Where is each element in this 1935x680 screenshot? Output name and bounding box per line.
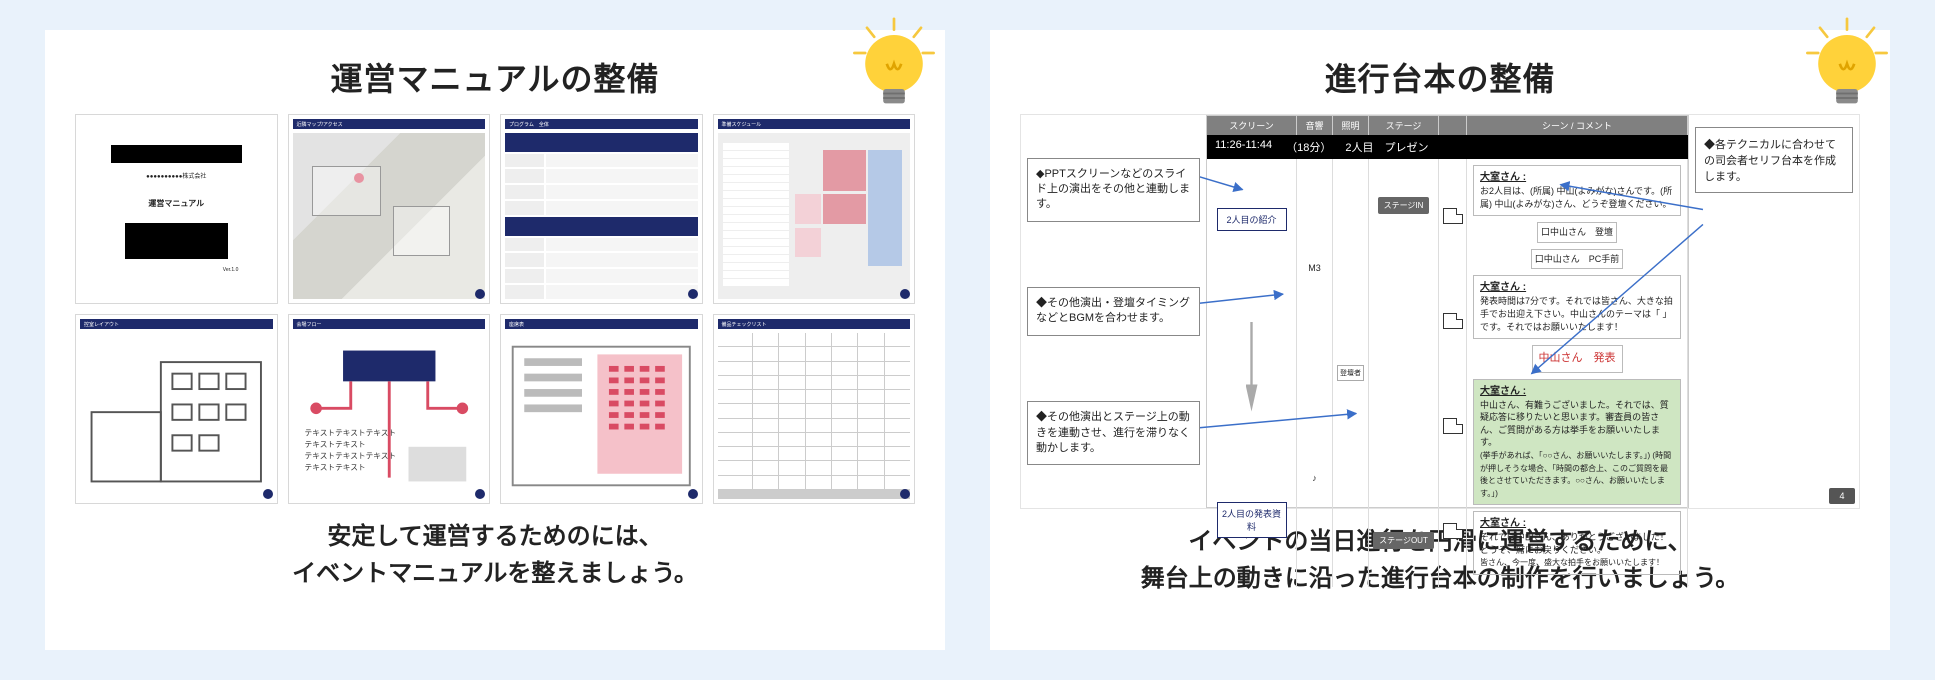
- svg-text:テキストテキスト: テキストテキスト: [304, 440, 365, 449]
- manual-title: 運営マニュアルの整備: [75, 54, 915, 100]
- callout-bgm: ◆その他演出・登壇タイミングなどとBGMを合わせます。: [1027, 287, 1200, 336]
- callout-mc-script: ◆各テクニカルに合わせての司会者セリフ台本を作成します。: [1695, 127, 1853, 193]
- thumb-room-layout: 控室レイアウト: [75, 314, 278, 504]
- lane-sound: M3 ♪: [1297, 159, 1333, 587]
- thumb-cover: ●●●●●●●●●●株式会社 運営マニュアル Ver.1.0: [75, 114, 278, 304]
- svg-text:テキストテキスト: テキストテキスト: [304, 463, 365, 472]
- thumb-program: プログラム 全体: [500, 114, 703, 304]
- time-bar: 11:26-11:44 （18分） 2人目 プレゼン: [1207, 135, 1688, 159]
- manual-caption: 安定して運営するためのには、 イベントマニュアルを整えましょう。: [75, 518, 915, 592]
- lane-notes: [1439, 159, 1467, 587]
- note-icon: [1443, 418, 1463, 434]
- lane-screen: 2人目の紹介 2人目の発表資料: [1207, 159, 1297, 587]
- svg-text:テキストテキストテキスト: テキストテキストテキスト: [304, 428, 396, 437]
- lane-light: 登壇者: [1333, 159, 1369, 587]
- chip-slides: 2人目の発表資料: [1217, 502, 1287, 538]
- script-card: 進行台本の整備 ◆PPTスクリーンなどのスライド上の演出をその他と連動します。 …: [990, 30, 1890, 650]
- script-diagram: ◆PPTスクリーンなどのスライド上の演出をその他と連動します。 ◆その他演出・登…: [1020, 114, 1860, 509]
- thumb-access-map: 近隣マップ/アクセス: [288, 114, 491, 304]
- arrow-down-icon: [1246, 322, 1258, 412]
- note-icon: [1443, 208, 1463, 224]
- timeline-header: スクリーン 音響 照明 ステージ シーン / コメント: [1207, 116, 1688, 135]
- stage-out: ステージOUT: [1373, 532, 1434, 549]
- lane-mc-script: 大室さん : お2人目は、(所属) 中山(よみがな)さんです。(所属) 中山(よ…: [1467, 159, 1688, 587]
- left-callouts: ◆PPTスクリーンなどのスライド上の演出をその他と連動します。 ◆その他演出・登…: [1021, 115, 1206, 508]
- thumb-seating: 座席表: [500, 314, 703, 504]
- note-icon: [1443, 313, 1463, 329]
- script-title: 進行台本の整備: [1020, 54, 1860, 100]
- lane-stage: ステージIN ステージOUT: [1369, 159, 1439, 587]
- manual-card: 運営マニュアルの整備 ●●●●●●●●●●株式会社 運営マニュアル Ver.1.…: [45, 30, 945, 650]
- note-icon: [1443, 523, 1463, 539]
- chip-intro: 2人目の紹介: [1217, 208, 1287, 231]
- manual-thumbnails: ●●●●●●●●●●株式会社 運営マニュアル Ver.1.0 近隣マップ/アクセ…: [75, 114, 915, 504]
- stage-in: ステージIN: [1378, 197, 1430, 214]
- thumb-venue-flow: 会場フロー テキストテキストテキストテキストテキスト テキストテキストテキストテ…: [288, 314, 491, 504]
- cue-sheet: スクリーン 音響 照明 ステージ シーン / コメント 11:26-11:44 …: [1206, 115, 1689, 508]
- callout-screen: ◆PPTスクリーンなどのスライド上の演出をその他と連動します。: [1027, 158, 1200, 222]
- svg-text:テキストテキストテキスト: テキストテキストテキスト: [304, 451, 396, 460]
- callout-stage: ◆その他演出とステージ上の動きを連動させ、進行を滞りなく動かします。: [1027, 401, 1200, 465]
- lightbulb-icon: [849, 16, 939, 126]
- thumb-checklist: 備品チェックリスト: [713, 314, 916, 504]
- thumb-schedule: 準備スケジュール: [713, 114, 916, 304]
- lightbulb-icon: [1802, 16, 1892, 126]
- right-callouts: ◆各テクニカルに合わせての司会者セリフ台本を作成します。: [1689, 115, 1859, 508]
